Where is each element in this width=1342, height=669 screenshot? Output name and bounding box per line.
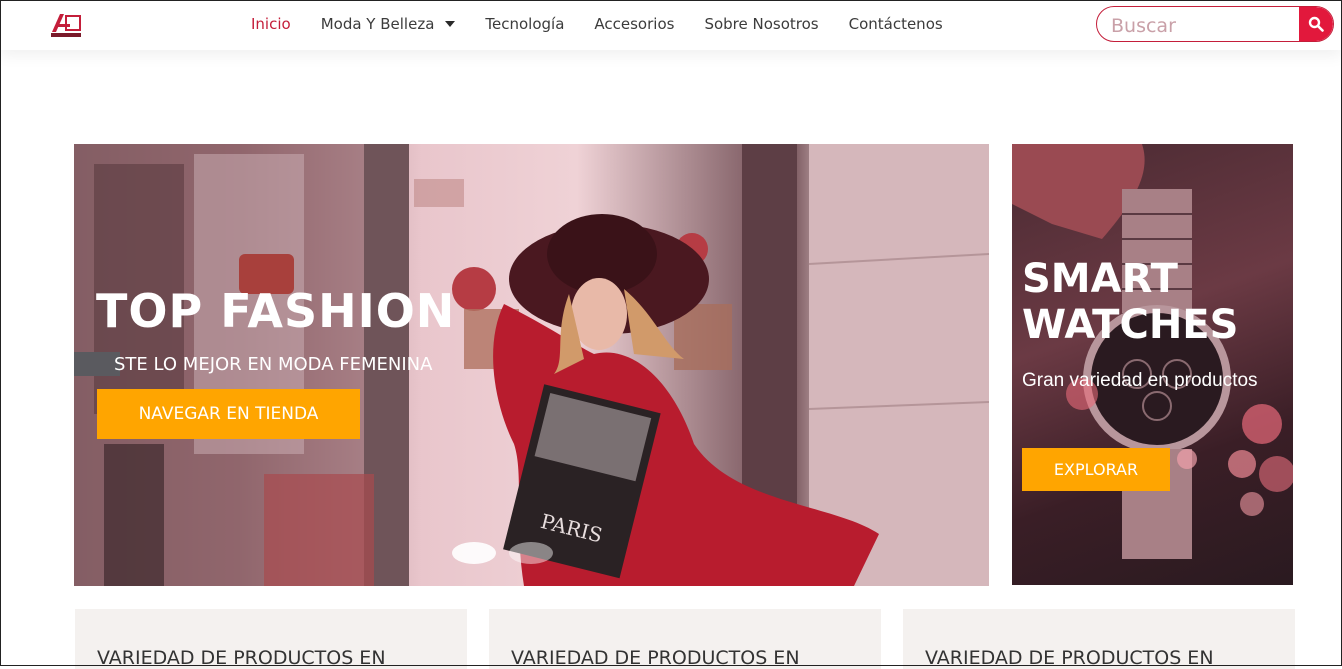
promo-card-2[interactable]: VARIEDAD DE PRODUCTOS EN bbox=[489, 609, 881, 669]
search-icon bbox=[1308, 16, 1324, 32]
nav-label: Contáctenos bbox=[848, 15, 943, 33]
search-button[interactable] bbox=[1299, 7, 1333, 41]
nav-inicio[interactable]: Inicio bbox=[251, 15, 291, 33]
side-title-line1: SMART bbox=[1022, 256, 1178, 302]
slider-dot-2[interactable] bbox=[509, 542, 553, 564]
side-banner-title: SMART WATCHES bbox=[1022, 256, 1238, 348]
promo-card-3[interactable]: VARIEDAD DE PRODUCTOS EN bbox=[903, 609, 1295, 669]
nav-accesorios[interactable]: Accesorios bbox=[594, 15, 674, 33]
nav-label: Tecnología bbox=[485, 15, 565, 33]
hero-slider: PARIS TOP FASHION STE LO MEJOR EN MODA F… bbox=[74, 144, 989, 586]
main-nav: Inicio Moda Y Belleza Tecnología Accesor… bbox=[251, 15, 973, 33]
nav-moda-y-belleza[interactable]: Moda Y Belleza bbox=[321, 15, 456, 33]
explore-button[interactable]: EXPLORAR bbox=[1022, 448, 1170, 491]
chevron-down-icon bbox=[445, 21, 456, 27]
slider-dot-1[interactable] bbox=[452, 542, 496, 564]
promo-card-1[interactable]: VARIEDAD DE PRODUCTOS EN bbox=[75, 609, 467, 669]
nav-sobre-nosotros[interactable]: Sobre Nosotros bbox=[704, 15, 818, 33]
nav-label: Accesorios bbox=[594, 15, 675, 33]
search-box bbox=[1096, 6, 1334, 42]
nav-label: Inicio bbox=[251, 15, 291, 33]
nav-label: Moda Y Belleza bbox=[320, 15, 435, 33]
nav-contactenos[interactable]: Contáctenos bbox=[849, 15, 943, 33]
hero-subtitle: STE LO MEJOR EN MODA FEMENINA bbox=[114, 354, 433, 375]
header: Inicio Moda Y Belleza Tecnología Accesor… bbox=[0, 0, 1342, 50]
side-title-line2: WATCHES bbox=[1022, 302, 1239, 348]
store-logo[interactable] bbox=[48, 10, 84, 40]
shop-button[interactable]: NAVEGAR EN TIENDA bbox=[97, 389, 360, 439]
smartwatch-image bbox=[1012, 144, 1293, 559]
hero-title: TOP FASHION bbox=[96, 284, 456, 338]
nav-label: Sobre Nosotros bbox=[704, 15, 819, 33]
smartwatch-banner: SMART WATCHES Gran variedad en productos… bbox=[1012, 144, 1293, 585]
side-banner-subtitle: Gran variedad en productos bbox=[1022, 370, 1258, 391]
nav-tecnologia[interactable]: Tecnología bbox=[485, 15, 564, 33]
search-input[interactable] bbox=[1109, 11, 1293, 41]
